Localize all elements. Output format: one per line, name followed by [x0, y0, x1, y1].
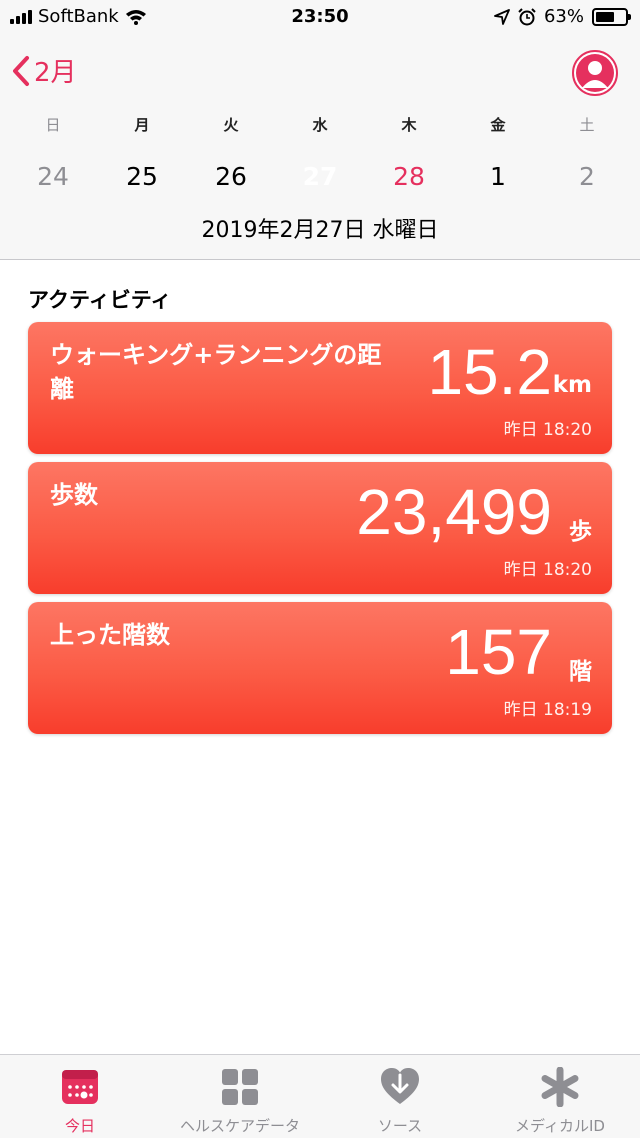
tab-health-data[interactable]: ヘルスケアデータ — [160, 1055, 320, 1138]
day-number: 25 — [126, 162, 158, 191]
day-cell-today[interactable]: 28 — [379, 150, 439, 204]
tab-bar: 今日 ヘルスケアデータ ソース メディカルID — [0, 1054, 640, 1138]
weekday-row: 日 月 火 水 木 金 土 — [0, 114, 640, 134]
tab-sources[interactable]: ソース — [320, 1055, 480, 1138]
battery-percent: 63% — [543, 6, 584, 27]
day-cell[interactable]: 26 — [201, 150, 261, 204]
activity-card-floors[interactable]: 上った階数 157 階 昨日 18:19 — [28, 602, 612, 734]
tab-label: 今日 — [64, 1117, 95, 1135]
grid-icon — [222, 1069, 258, 1105]
alarm-icon — [518, 7, 536, 25]
card-value: 157 — [445, 616, 552, 688]
day-cell[interactable]: 24 — [23, 150, 83, 204]
weekday-label: 日 — [45, 116, 61, 134]
back-button[interactable]: 2月 — [12, 52, 77, 89]
card-time: 昨日 18:20 — [503, 560, 592, 580]
day-number: 28 — [393, 162, 425, 191]
status-bar: SoftBank 23:50 63% — [0, 0, 640, 38]
weekday-label: 水 — [312, 116, 328, 134]
status-right: 63% — [494, 6, 631, 27]
person-icon — [576, 54, 614, 92]
card-label: 歩数 — [50, 481, 98, 509]
day-cell-selected[interactable]: 27 — [290, 148, 350, 206]
day-number: 1 — [490, 162, 506, 191]
day-cell[interactable]: 1 — [468, 150, 528, 204]
weekday-label: 木 — [401, 116, 417, 134]
card-unit: 階 — [569, 659, 592, 685]
today-icon — [62, 1070, 98, 1104]
location-arrow-icon — [494, 8, 510, 25]
tab-label: メディカルID — [515, 1117, 605, 1135]
day-cell[interactable]: 2 — [557, 150, 617, 204]
activity-card-distance[interactable]: ウォーキング+ランニングの距離 15.2 km 昨日 18:20 — [28, 322, 612, 454]
card-value: 15.2 — [427, 336, 552, 408]
weekday-label: 土 — [579, 116, 595, 134]
card-label: 上った階数 — [50, 621, 170, 649]
battery-icon — [592, 7, 631, 26]
back-label: 2月 — [34, 58, 77, 88]
tab-label: ソース — [377, 1117, 423, 1135]
card-time: 昨日 18:19 — [503, 700, 592, 720]
day-number: 27 — [302, 162, 338, 191]
battery-fill — [596, 11, 614, 22]
tab-medical-id[interactable]: メディカルID — [480, 1055, 640, 1138]
chevron-left-icon — [13, 55, 29, 86]
activity-card-steps[interactable]: 歩数 23,499 歩 昨日 18:20 — [28, 462, 612, 594]
weekday-label: 月 — [134, 116, 150, 134]
selected-date-title: 2019年2月27日 水曜日 — [201, 218, 439, 243]
day-row: 24 25 26 27 28 1 2 — [0, 148, 640, 206]
header-area: SoftBank 23:50 63% 2月 日 月 火 水 木 金 土 24 2… — [0, 0, 640, 260]
weekday-label: 火 — [223, 116, 239, 134]
card-time: 昨日 18:20 — [503, 420, 592, 440]
tab-label: ヘルスケアデータ — [179, 1117, 300, 1135]
day-number: 26 — [215, 162, 247, 191]
day-cell[interactable]: 25 — [112, 150, 172, 204]
section-title: アクティビティ — [28, 288, 172, 312]
weekday-label: 金 — [490, 116, 506, 134]
day-number: 24 — [37, 162, 69, 191]
card-unit: 歩 — [569, 519, 592, 545]
card-value: 23,499 — [356, 476, 552, 548]
card-label: ウォーキング+ランニングの距離 — [50, 341, 382, 403]
profile-button[interactable] — [572, 50, 618, 96]
medical-asterisk-icon — [541, 1067, 579, 1107]
sources-heart-icon — [381, 1068, 419, 1104]
card-unit: km — [552, 372, 592, 398]
tab-today[interactable]: 今日 — [0, 1055, 160, 1138]
day-number: 2 — [579, 162, 595, 191]
